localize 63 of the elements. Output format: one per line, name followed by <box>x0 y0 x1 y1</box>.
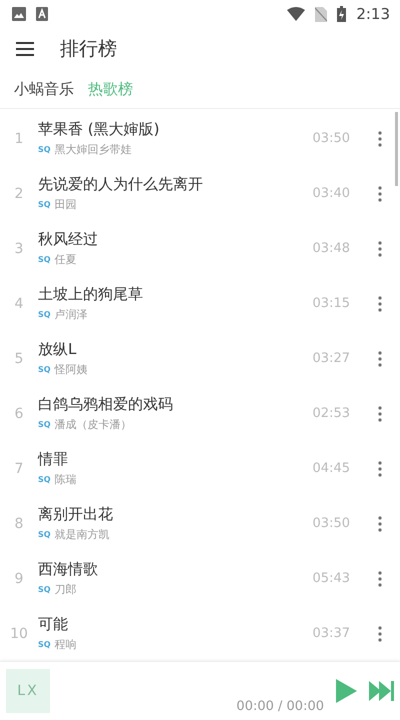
artist-name: 怪阿姨 <box>54 362 88 377</box>
page-title: 排行榜 <box>60 37 117 62</box>
rank-number: 3 <box>14 240 24 256</box>
artist-name: 潘成（皮卡潘） <box>54 417 132 432</box>
song-duration: 02:53 <box>312 406 350 421</box>
image-icon <box>12 7 26 21</box>
quality-tag: SQ <box>38 255 51 264</box>
song-title[interactable]: 西海情歌 <box>38 560 313 579</box>
song-title[interactable]: 土坡上的狗尾草 <box>38 285 313 304</box>
rank-number: 1 <box>14 130 24 146</box>
battery-charging-icon <box>337 6 346 22</box>
quality-tag: SQ <box>38 585 51 594</box>
wifi-icon <box>287 7 306 21</box>
artist-name: 任夏 <box>54 252 77 267</box>
a-letter-icon <box>36 7 48 21</box>
artist-name: 陈瑞 <box>54 472 77 487</box>
rank-number: 10 <box>9 626 29 642</box>
song-title[interactable]: 先说爱的人为什么先离开 <box>38 175 313 194</box>
song-title[interactable]: 放纵L <box>38 340 313 359</box>
song-title[interactable]: 白鸽乌鸦相爱的戏码 <box>38 395 313 414</box>
artist-name: 就是南方凯 <box>54 527 110 542</box>
quality-tag: SQ <box>38 530 51 539</box>
rank-number: 2 <box>14 186 24 202</box>
menu-icon[interactable] <box>16 42 34 56</box>
song-duration: 03:48 <box>312 241 350 256</box>
quality-tag: SQ <box>38 640 51 649</box>
song-title[interactable]: 苹果香 (黑大婶版) <box>38 120 313 139</box>
quality-tag: SQ <box>38 365 51 374</box>
tab[interactable]: 小蜗音乐 <box>14 80 74 98</box>
song-title[interactable]: 可能 <box>38 615 313 634</box>
rank-number: 4 <box>14 296 24 312</box>
artist-name: 程响 <box>54 637 77 652</box>
song-duration: 04:45 <box>312 461 350 476</box>
quality-tag: SQ <box>38 420 51 429</box>
song-duration: 03:50 <box>312 131 350 146</box>
rank-number: 5 <box>14 350 24 366</box>
rank-number: 7 <box>14 460 24 476</box>
song-duration: 03:50 <box>312 516 350 531</box>
rank-number: 6 <box>14 406 24 422</box>
song-duration: 03:40 <box>312 186 350 201</box>
song-title[interactable]: 情罪 <box>38 450 313 469</box>
song-duration: 03:37 <box>312 626 350 641</box>
scrollbar[interactable] <box>395 112 398 186</box>
next-icon[interactable] <box>368 680 394 702</box>
quality-tag: SQ <box>38 475 51 484</box>
playback-time: 00:00 / 00:00 <box>235 699 324 714</box>
artist-name: 田园 <box>54 197 77 212</box>
quality-tag: SQ <box>38 145 51 154</box>
artist-name: 卢润泽 <box>54 307 88 322</box>
play-icon[interactable] <box>334 678 358 704</box>
status-time: 2:13 <box>356 5 390 23</box>
artist-name: 刀郎 <box>54 582 77 597</box>
song-title[interactable]: 秋风经过 <box>38 230 313 249</box>
artist-name: 黑大婶回乡带娃 <box>54 142 132 157</box>
quality-tag: SQ <box>38 310 51 319</box>
rank-number: 8 <box>14 516 24 532</box>
rank-number: 9 <box>14 570 24 586</box>
quality-tag: SQ <box>38 200 51 209</box>
song-duration: 03:15 <box>312 296 350 311</box>
song-duration: 05:43 <box>312 571 350 586</box>
no-sim-icon <box>315 6 328 22</box>
song-title[interactable]: 离别开出花 <box>38 505 313 524</box>
song-duration: 03:27 <box>312 351 350 366</box>
